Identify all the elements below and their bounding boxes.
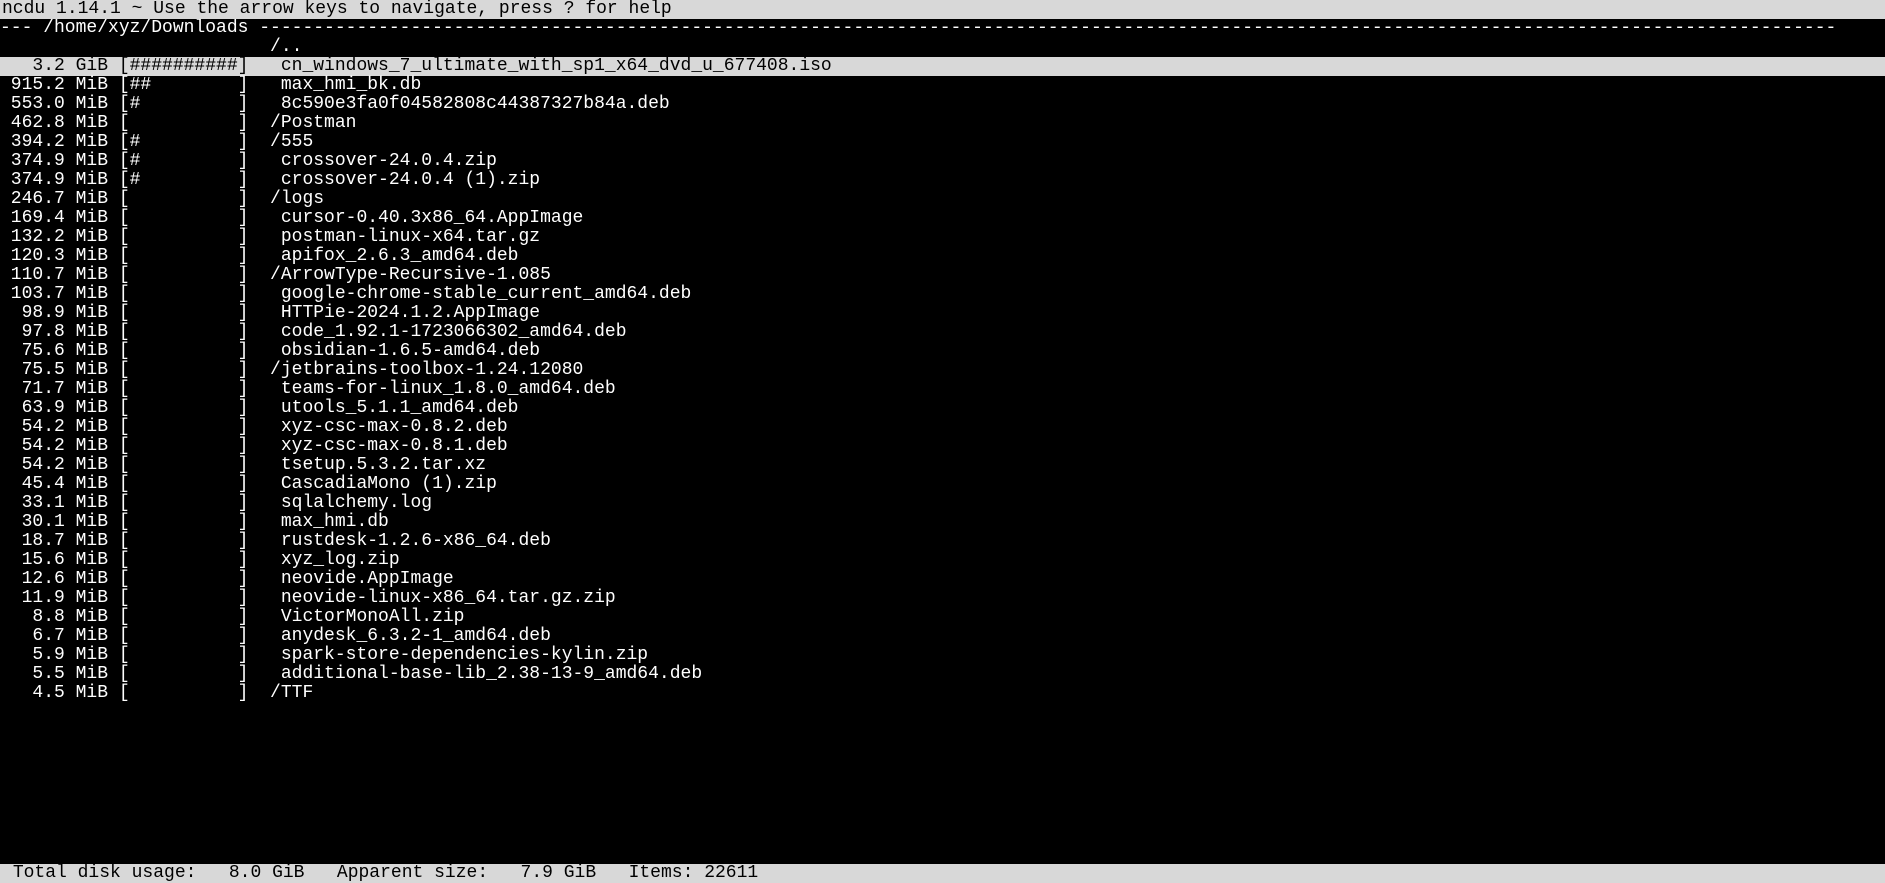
file-row[interactable]: 54.2 MiB [ ] tsetup.5.3.2.tar.xz — [0, 456, 1885, 475]
file-row[interactable]: 97.8 MiB [ ] code_1.92.1-1723066302_amd6… — [0, 323, 1885, 342]
file-row[interactable]: 18.7 MiB [ ] rustdesk-1.2.6-x86_64.deb — [0, 532, 1885, 551]
file-row[interactable]: 98.9 MiB [ ] HTTPie-2024.1.2.AppImage — [0, 304, 1885, 323]
items-label: Items: — [629, 863, 694, 883]
apparent-size-value: 7.9 GiB — [521, 863, 597, 883]
file-row[interactable]: 132.2 MiB [ ] postman-linux-x64.tar.gz — [0, 228, 1885, 247]
file-row[interactable]: 4.5 MiB [ ] /TTF — [0, 684, 1885, 703]
file-row[interactable]: 374.9 MiB [# ] crossover-24.0.4.zip — [0, 152, 1885, 171]
file-row[interactable]: 103.7 MiB [ ] google-chrome-stable_curre… — [0, 285, 1885, 304]
file-row[interactable]: 45.4 MiB [ ] CascadiaMono (1).zip — [0, 475, 1885, 494]
file-row[interactable]: 169.4 MiB [ ] cursor-0.40.3x86_64.AppIma… — [0, 209, 1885, 228]
app-header: ncdu 1.14.1 ~ Use the arrow keys to navi… — [0, 0, 1885, 19]
file-row[interactable]: 110.7 MiB [ ] /ArrowType-Recursive-1.085 — [0, 266, 1885, 285]
file-row[interactable]: 915.2 MiB [## ] max_hmi_bk.db — [0, 76, 1885, 95]
file-row[interactable]: 63.9 MiB [ ] utools_5.1.1_amd64.deb — [0, 399, 1885, 418]
file-row[interactable]: 3.2 GiB [##########] cn_windows_7_ultima… — [0, 57, 1885, 76]
file-row[interactable]: 75.5 MiB [ ] /jetbrains-toolbox-1.24.120… — [0, 361, 1885, 380]
file-row[interactable]: 54.2 MiB [ ] xyz-csc-max-0.8.2.deb — [0, 418, 1885, 437]
file-row[interactable]: 462.8 MiB [ ] /Postman — [0, 114, 1885, 133]
file-row[interactable]: 15.6 MiB [ ] xyz_log.zip — [0, 551, 1885, 570]
file-row[interactable]: 5.9 MiB [ ] spark-store-dependencies-kyl… — [0, 646, 1885, 665]
file-row[interactable]: 374.9 MiB [# ] crossover-24.0.4 (1).zip — [0, 171, 1885, 190]
file-row[interactable]: 6.7 MiB [ ] anydesk_6.3.2-1_amd64.deb — [0, 627, 1885, 646]
file-row[interactable]: 54.2 MiB [ ] xyz-csc-max-0.8.1.deb — [0, 437, 1885, 456]
version: 1.14.1 — [56, 0, 121, 19]
apparent-size-label: Apparent size: — [337, 863, 488, 883]
current-path-line: --- /home/xyz/Downloads ----------------… — [0, 19, 1885, 38]
file-listing[interactable]: --- /home/xyz/Downloads ----------------… — [0, 19, 1885, 864]
file-row[interactable]: 33.1 MiB [ ] sqlalchemy.log — [0, 494, 1885, 513]
help-hint: Use the arrow keys to navigate, press ? … — [153, 0, 671, 19]
items-value: 22611 — [704, 863, 758, 883]
total-usage-value: 8.0 GiB — [229, 863, 305, 883]
file-row[interactable]: 30.1 MiB [ ] max_hmi.db — [0, 513, 1885, 532]
file-row[interactable]: 246.7 MiB [ ] /logs — [0, 190, 1885, 209]
program-name: ncdu — [2, 0, 45, 19]
file-row[interactable]: 120.3 MiB [ ] apifox_2.6.3_amd64.deb — [0, 247, 1885, 266]
file-row[interactable]: 12.6 MiB [ ] neovide.AppImage — [0, 570, 1885, 589]
status-bar: Total disk usage: 8.0 GiB Apparent size:… — [0, 864, 1885, 883]
total-usage-label: Total disk usage: — [13, 863, 197, 883]
file-row[interactable]: 394.2 MiB [# ] /555 — [0, 133, 1885, 152]
file-row[interactable]: 75.6 MiB [ ] obsidian-1.6.5-amd64.deb — [0, 342, 1885, 361]
file-row[interactable]: 71.7 MiB [ ] teams-for-linux_1.8.0_amd64… — [0, 380, 1885, 399]
file-row[interactable]: 11.9 MiB [ ] neovide-linux-x86_64.tar.gz… — [0, 589, 1885, 608]
file-row[interactable]: 8.8 MiB [ ] VictorMonoAll.zip — [0, 608, 1885, 627]
file-row[interactable]: 5.5 MiB [ ] additional-base-lib_2.38-13-… — [0, 665, 1885, 684]
parent-dir-row[interactable]: /.. — [0, 38, 1885, 57]
file-row[interactable]: 553.0 MiB [# ] 8c590e3fa0f04582808c44387… — [0, 95, 1885, 114]
